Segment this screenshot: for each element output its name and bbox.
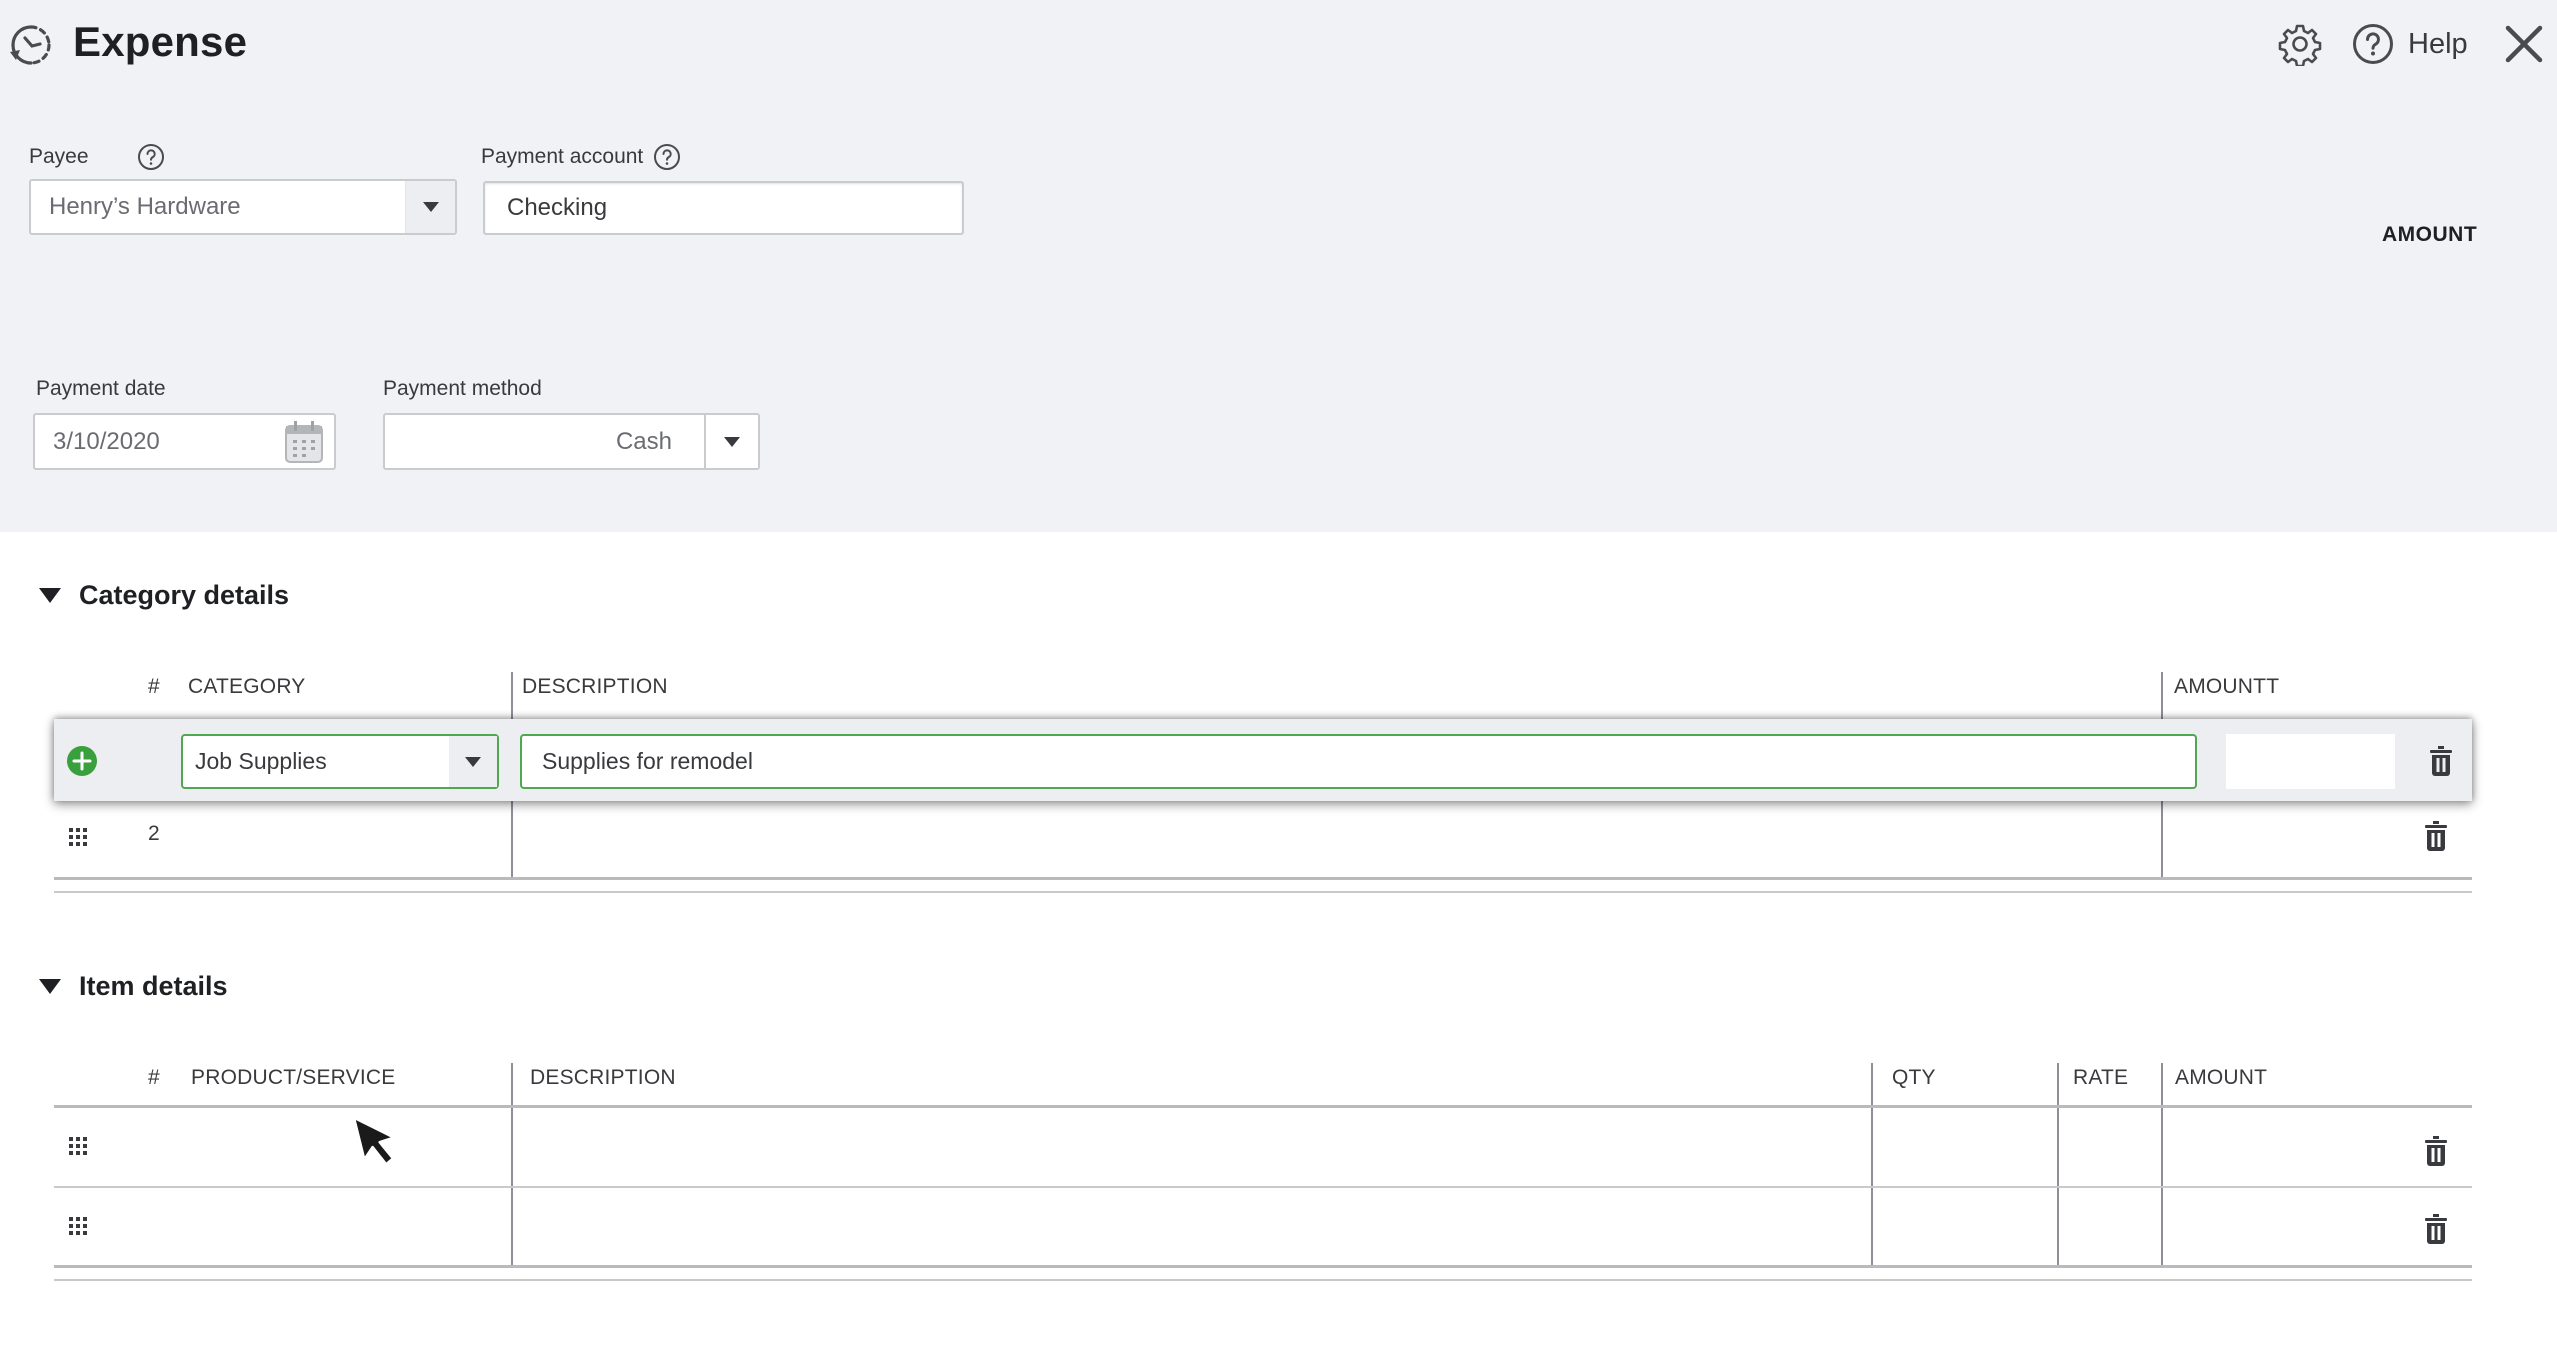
category-value: Job Supplies: [195, 748, 327, 774]
payment-account-value: Checking: [507, 194, 608, 221]
payment-method-value: Cash: [615, 427, 672, 455]
calendar-icon[interactable]: [284, 420, 324, 464]
history-icon[interactable]: [8, 22, 54, 68]
mouse-cursor-icon: [356, 1116, 396, 1166]
item-row[interactable]: [54, 1108, 2472, 1186]
help-icon: [2353, 24, 2393, 64]
help-button[interactable]: Help: [2352, 20, 2468, 68]
item-details-toggle[interactable]: Item details: [39, 971, 228, 1002]
payment-date-input[interactable]: 3/10/2020: [33, 413, 336, 470]
payee-label: Payee: [29, 145, 89, 168]
add-line-icon[interactable]: [66, 745, 98, 777]
payment-date-label: Payment date: [36, 377, 166, 400]
help-label: Help: [2408, 27, 2468, 60]
payment-account-label-group: Payment account: [481, 143, 681, 171]
total-amount-label: AMOUNT: [2382, 223, 2478, 246]
category-row-number: 2: [148, 822, 160, 845]
close-icon[interactable]: [2504, 24, 2544, 64]
category-amount-input[interactable]: [2226, 734, 2395, 789]
category-description-input[interactable]: Supplies for remodel: [520, 734, 2197, 789]
category-col-amount: AMOUNTT: [2174, 675, 2280, 698]
payment-account-help-icon[interactable]: [653, 143, 681, 171]
category-details-toggle[interactable]: Category details: [39, 580, 289, 611]
category-dropdown-button[interactable]: [449, 736, 497, 787]
chevron-down-icon: [724, 436, 740, 447]
category-description-value: Supplies for remodel: [542, 748, 753, 774]
drag-handle-icon[interactable]: [68, 827, 88, 847]
category-select[interactable]: Job Supplies: [181, 734, 499, 789]
drag-handle-icon[interactable]: [68, 1216, 88, 1236]
payment-method-dropdown-button[interactable]: [704, 415, 758, 468]
payment-date-value: 3/10/2020: [53, 427, 160, 455]
item-col-amount: AMOUNT: [2175, 1066, 2268, 1089]
payment-method-label: Payment method: [383, 377, 542, 400]
trash-icon[interactable]: [2423, 820, 2449, 852]
item-row[interactable]: [54, 1188, 2472, 1266]
trash-icon[interactable]: [2423, 1213, 2449, 1245]
category-col-description: DESCRIPTION: [522, 675, 668, 698]
table-bottom-border: [54, 1279, 2472, 1281]
item-col-rate: RATE: [2073, 1066, 2129, 1089]
item-col-qty: QTY: [1892, 1066, 1936, 1089]
item-details-title: Item details: [79, 971, 228, 1001]
payee-label-group: Payee: [29, 143, 165, 171]
payment-account-label: Payment account: [481, 145, 644, 168]
table-bottom-border: [54, 877, 2472, 880]
table-bottom-border: [54, 1265, 2472, 1268]
item-col-description: DESCRIPTION: [530, 1066, 676, 1089]
page-title: Expense: [73, 18, 248, 65]
drag-handle-icon[interactable]: [68, 1136, 88, 1156]
chevron-down-icon: [422, 202, 439, 212]
category-col-category: CATEGORY: [188, 675, 306, 698]
chevron-down-icon: [465, 756, 481, 767]
category-col-num: #: [148, 675, 160, 698]
payee-help-icon[interactable]: [137, 143, 165, 171]
gear-icon[interactable]: [2278, 22, 2322, 66]
table-bottom-border: [54, 891, 2472, 893]
collapse-triangle-icon: [39, 588, 61, 603]
payee-select[interactable]: Henry’s Hardware: [29, 179, 457, 235]
item-col-num: #: [148, 1066, 160, 1089]
item-col-product: PRODUCT/SERVICE: [191, 1066, 396, 1089]
payment-account-input[interactable]: Checking: [483, 181, 964, 235]
collapse-triangle-icon: [39, 979, 61, 994]
payment-method-select[interactable]: Cash: [383, 413, 760, 470]
trash-icon[interactable]: [2428, 745, 2454, 777]
payee-dropdown-button[interactable]: [405, 181, 455, 233]
payee-value: Henry’s Hardware: [49, 193, 241, 220]
trash-icon[interactable]: [2423, 1135, 2449, 1167]
category-details-title: Category details: [79, 580, 290, 610]
